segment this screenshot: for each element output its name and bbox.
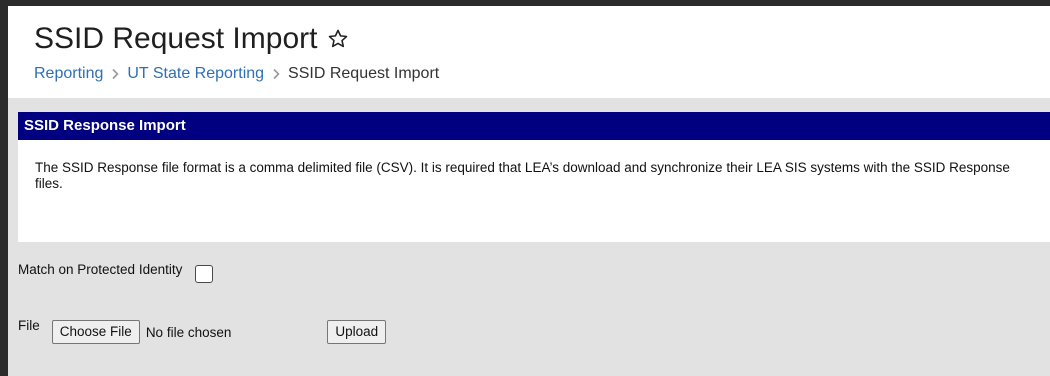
favorite-star-icon[interactable] (327, 28, 349, 50)
protected-identity-label: Match on Protected Identity (18, 262, 183, 277)
breadcrumb-current-page: SSID Request Import (288, 65, 440, 82)
panel-title: SSID Response Import (18, 112, 1050, 140)
page-title-row: SSID Request Import (34, 22, 349, 56)
file-row: File Choose File No file chosen Upload (18, 318, 387, 344)
breadcrumb: Reporting UT State Reporting SSID Reques… (34, 65, 439, 83)
app-frame: SSID Request Import Reporting UT State R… (8, 6, 1050, 376)
page-title: SSID Request Import (34, 22, 318, 55)
chevron-right-icon (111, 68, 120, 80)
page-header: SSID Request Import Reporting UT State R… (8, 6, 1050, 98)
breadcrumb-reporting[interactable]: Reporting (34, 65, 103, 83)
ssid-response-panel: SSID Response Import The SSID Response f… (18, 112, 1050, 242)
protected-identity-row: Match on Protected Identity (18, 262, 214, 283)
upload-button[interactable]: Upload (327, 320, 387, 344)
file-label: File (18, 318, 40, 333)
file-status-text: No file chosen (145, 325, 232, 340)
choose-file-button[interactable]: Choose File (51, 320, 140, 344)
protected-identity-checkbox[interactable] (195, 265, 214, 283)
chevron-right-icon (272, 68, 280, 80)
panel-description: The SSID Response file format is a comma… (35, 160, 1010, 191)
breadcrumb-ut-state-reporting[interactable]: UT State Reporting (127, 65, 264, 83)
